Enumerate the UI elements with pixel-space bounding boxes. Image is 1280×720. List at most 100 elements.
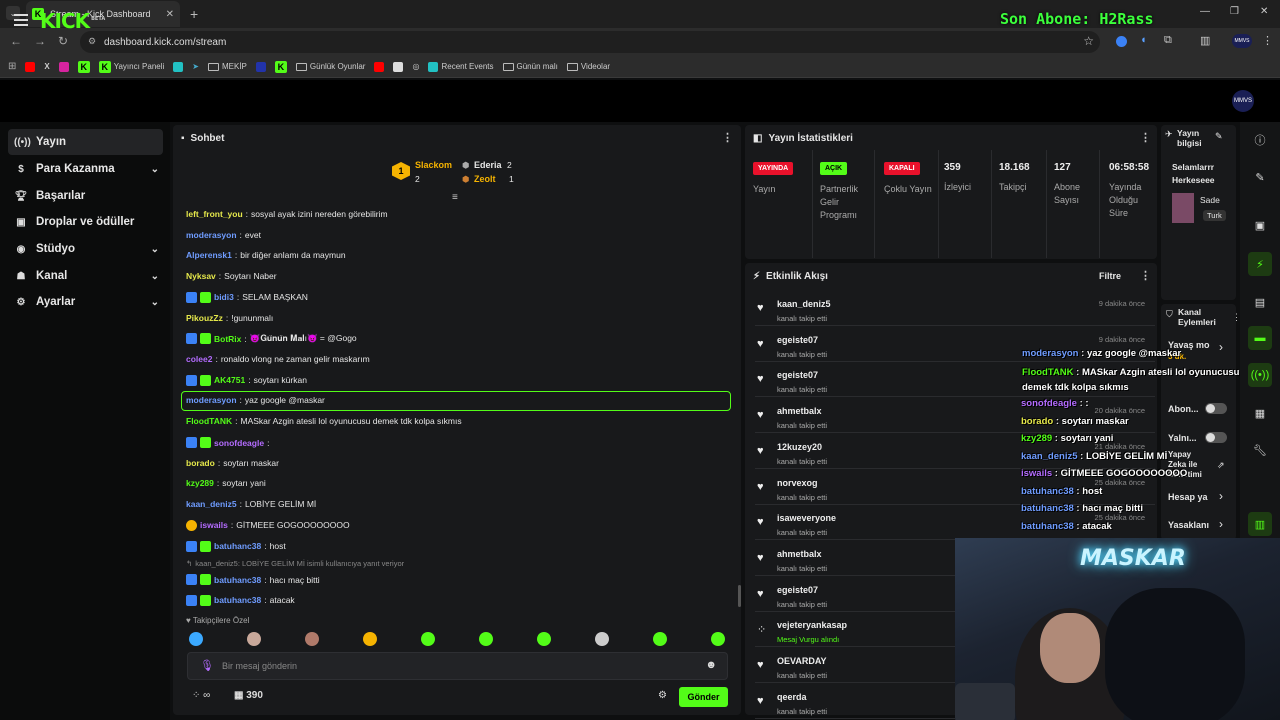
followers-only-toggle[interactable] bbox=[1205, 432, 1227, 443]
profile-icon[interactable]: MMVS bbox=[1232, 34, 1252, 48]
subs-only-toggle[interactable] bbox=[1205, 403, 1227, 414]
chat-username[interactable]: FloodTANK bbox=[186, 416, 232, 426]
filter-button[interactable]: Filtre bbox=[1099, 271, 1121, 281]
side-panel-icon[interactable]: ▥ bbox=[1200, 34, 1210, 47]
sidebar-item-yayin[interactable]: ((•)) Yayın bbox=[8, 129, 163, 155]
sidebar-item-studyo[interactable]: ◉ Stüdyo ⌄ bbox=[8, 236, 163, 262]
menu-hamburger-icon[interactable] bbox=[14, 14, 28, 26]
minimize-icon[interactable]: — bbox=[1200, 6, 1210, 17]
chat-username[interactable]: BotRix bbox=[214, 334, 241, 344]
chat-username[interactable]: PikouzZz bbox=[186, 313, 223, 323]
activity-menu-icon[interactable]: ⋮ bbox=[1140, 269, 1151, 282]
chat-message[interactable]: batuhanc38: host bbox=[186, 540, 286, 552]
url-input[interactable]: ⚙ dashboard.kick.com/stream ☆ bbox=[80, 31, 1100, 53]
new-tab-icon[interactable]: + bbox=[190, 6, 198, 22]
globe-icon[interactable]: ◎ bbox=[412, 62, 419, 71]
chat-username[interactable]: colee2 bbox=[186, 354, 212, 364]
chat-message[interactable]: kzy289: soytarı yani bbox=[186, 478, 266, 488]
chat-username[interactable]: iswails bbox=[200, 520, 228, 530]
stats-menu-icon[interactable]: ⋮ bbox=[1140, 131, 1151, 144]
kick-bookmark-icon[interactable]: K bbox=[77, 60, 90, 73]
emote-6[interactable] bbox=[479, 632, 493, 646]
chat-message[interactable]: AK4751: soytarı kürkan bbox=[186, 374, 307, 386]
bookmark-icon-blue[interactable] bbox=[255, 61, 266, 72]
external-link-icon[interactable]: ⇗ bbox=[1217, 460, 1225, 471]
chevron-right-icon[interactable]: › bbox=[1219, 489, 1223, 503]
sidebar-item-ayarlar[interactable]: ⚙ Ayarlar ⌄ bbox=[8, 289, 163, 315]
chat-message[interactable]: Alperensk1: bir diğer anlamı da maymun bbox=[186, 250, 346, 260]
chevron-right-icon[interactable]: › bbox=[1219, 517, 1223, 531]
chat-username[interactable]: AK4751 bbox=[214, 375, 245, 385]
maximize-icon[interactable]: ❐ bbox=[1230, 6, 1239, 17]
emote-7[interactable] bbox=[537, 632, 551, 646]
chat-message[interactable]: moderasyon: evet bbox=[186, 230, 261, 240]
capture-icon[interactable]: ▣ bbox=[1248, 213, 1272, 237]
chat-message[interactable]: sonofdeagle: bbox=[186, 437, 272, 448]
emote-4[interactable] bbox=[363, 632, 377, 646]
extensions-puzzle-icon[interactable]: ⧉ bbox=[1164, 34, 1172, 47]
youtube-icon-2[interactable] bbox=[374, 61, 385, 72]
chat-username[interactable]: sonofdeagle bbox=[214, 438, 264, 448]
forward-icon[interactable]: → bbox=[34, 34, 46, 48]
bookmark-gunluk-oyunlar[interactable]: Günlük Oyunlar bbox=[295, 62, 365, 71]
sidebar-item-kanal[interactable]: ☗ Kanal ⌄ bbox=[8, 263, 163, 289]
emote-10[interactable] bbox=[711, 632, 725, 646]
store-icon[interactable]: ▦ bbox=[1248, 401, 1272, 425]
chat-message[interactable]: PikouzZz: !gununmalı bbox=[186, 313, 273, 323]
user-avatar[interactable]: MMVS bbox=[1232, 90, 1254, 112]
sidebar-item-para-kazanma[interactable]: $ Para Kazanma ⌄ bbox=[8, 156, 163, 182]
x-icon[interactable]: X bbox=[44, 62, 49, 71]
chat-username[interactable]: batuhanc38 bbox=[214, 541, 261, 551]
document-icon[interactable]: ▤ bbox=[1248, 290, 1272, 314]
bookmark-icon-teal[interactable] bbox=[173, 61, 184, 72]
edit-pencil-icon[interactable]: ✎ bbox=[1215, 131, 1223, 142]
chat-message[interactable]: BotRix: 😈𝐆𝐮̈𝐧𝐮̈𝐧 𝐌𝐚𝐥ı😈 = @Gogo bbox=[186, 333, 357, 345]
bookmark-yayinci-paneli[interactable]: K Yayıncı Paneli bbox=[98, 60, 164, 73]
chat-username[interactable]: batuhanc38 bbox=[214, 575, 261, 585]
microphone-icon[interactable]: 🎙︎ bbox=[200, 659, 214, 672]
emote-1[interactable] bbox=[189, 632, 203, 646]
close-window-icon[interactable]: ✕ bbox=[1260, 6, 1268, 17]
chat-menu-icon[interactable]: ⋮ bbox=[722, 131, 733, 144]
wrench-icon[interactable]: 🔧︎ bbox=[1248, 438, 1272, 462]
chat-username[interactable]: Nyksav bbox=[186, 271, 216, 281]
chat-message-input[interactable]: 🎙︎ Bir mesaj gönderin ☻ bbox=[187, 652, 728, 680]
emote-2[interactable] bbox=[247, 632, 261, 646]
bookmark-gunun-mali[interactable]: Günün malı bbox=[502, 62, 558, 71]
apps-grid-icon[interactable]: ⊞ bbox=[8, 61, 16, 72]
channel-points-icon[interactable]: ⁘ ∞ bbox=[192, 690, 210, 701]
chat-message[interactable]: kaan_deniz5: LOBİYE GELİM Mİ bbox=[186, 499, 316, 509]
chat-message[interactable]: iswails: GİTMEEE GOGOOOOOOOO bbox=[186, 519, 350, 531]
emote-5[interactable] bbox=[421, 632, 435, 646]
chat-username[interactable]: kaan_deniz5 bbox=[186, 499, 237, 509]
chat-message[interactable]: bidi3: SELAM BAŞKAN bbox=[186, 291, 308, 303]
chat-username[interactable]: moderasyon bbox=[186, 230, 237, 240]
site-info-icon[interactable]: ⚙ bbox=[88, 36, 96, 47]
reload-icon[interactable]: ↻ bbox=[58, 34, 68, 48]
close-tab-icon[interactable]: ✕ bbox=[166, 9, 174, 20]
kick-bookmark-icon-2[interactable]: K bbox=[274, 60, 287, 73]
chat-settings-gear-icon[interactable]: ⚙ bbox=[658, 690, 667, 701]
bookmark-videolar[interactable]: Videolar bbox=[566, 62, 610, 71]
chat-message[interactable]: borado: soytarı maskar bbox=[186, 458, 279, 468]
chat-message[interactable]: left_front_you: sosyal ayak izini nerede… bbox=[186, 209, 388, 219]
chat-message[interactable]: FloodTANK: MASkar Azgin atesli lol oyunu… bbox=[186, 416, 462, 426]
bookmark-play-icon[interactable]: ➤ bbox=[192, 62, 199, 71]
back-icon[interactable]: ← bbox=[10, 34, 22, 48]
filter-scroll-icon[interactable]: ≡ bbox=[452, 192, 458, 203]
chat-message[interactable]: colee2: ronaldo vlong ne zaman gelir mas… bbox=[186, 354, 370, 364]
chat-username[interactable]: borado bbox=[186, 458, 215, 468]
pencil-icon[interactable]: ✎ bbox=[1248, 165, 1272, 189]
chat-username[interactable]: kzy289 bbox=[186, 478, 214, 488]
activity-event[interactable]: ♥ kaan_deniz5 kanalı takip etti 9 dakika ön… bbox=[755, 294, 1155, 326]
sidebar-item-basarilar[interactable]: 🏆︎ Başarılar bbox=[8, 183, 163, 209]
chevron-right-icon[interactable]: › bbox=[1219, 340, 1223, 354]
instagram-icon[interactable] bbox=[58, 61, 69, 72]
gift-icon[interactable]: ▥ bbox=[1248, 512, 1272, 536]
info-icon[interactable]: ⓘ bbox=[1248, 128, 1272, 152]
bookmark-image-icon[interactable] bbox=[393, 61, 404, 72]
chat-username[interactable]: bidi3 bbox=[214, 292, 234, 302]
extension-icon[interactable] bbox=[1116, 36, 1127, 47]
chat-message[interactable]: batuhanc38: atacak bbox=[186, 594, 295, 606]
broadcast-icon[interactable]: ((•)) bbox=[1248, 363, 1272, 387]
